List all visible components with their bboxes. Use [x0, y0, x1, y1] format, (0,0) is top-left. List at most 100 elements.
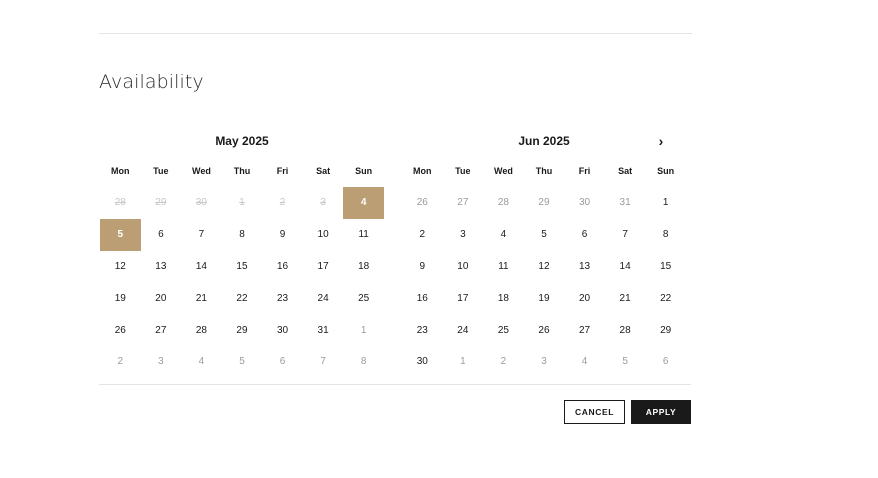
weekday-header-row: Mon Tue Wed Thu Fri Sat Sun	[402, 161, 686, 181]
calendar-day[interactable]: 12	[100, 251, 141, 283]
calendar-day[interactable]: 13	[141, 251, 182, 283]
calendar-day[interactable]: 1	[343, 314, 384, 346]
calendar-day[interactable]: 13	[564, 251, 605, 283]
calendar-day[interactable]: 9	[262, 219, 303, 251]
chevron-right-icon[interactable]: ›	[650, 130, 672, 152]
calendar-day[interactable]: 22	[222, 282, 263, 314]
calendar-day[interactable]: 24	[443, 314, 484, 346]
calendar-day[interactable]: 16	[402, 282, 443, 314]
calendar-day[interactable]: 29	[645, 314, 686, 346]
calendar-day[interactable]: 26	[100, 314, 141, 346]
weekday-label: Mon	[413, 166, 432, 176]
calendar-day[interactable]: 10	[303, 219, 344, 251]
cancel-button[interactable]: CANCEL	[564, 400, 625, 424]
calendar-day[interactable]: 18	[343, 251, 384, 283]
weekday-header-row: Mon Tue Wed Thu Fri Sat Sun	[100, 161, 384, 181]
calendar-day[interactable]: 6	[645, 346, 686, 378]
calendar-day[interactable]: 21	[181, 282, 222, 314]
calendar-day[interactable]: 28	[181, 314, 222, 346]
calendar-day[interactable]: 14	[605, 251, 646, 283]
calendar-day[interactable]: 7	[181, 219, 222, 251]
calendar-day[interactable]: 25	[343, 282, 384, 314]
calendar-day[interactable]: 5	[524, 219, 565, 251]
calendar-day[interactable]: 26	[524, 314, 565, 346]
calendar-day[interactable]: 6	[141, 219, 182, 251]
calendar-day[interactable]: 21	[605, 282, 646, 314]
calendar-day[interactable]: 20	[564, 282, 605, 314]
weekday-label: Tue	[455, 166, 471, 176]
calendar-day[interactable]: 23	[262, 282, 303, 314]
section-title: Availability	[99, 71, 204, 93]
calendar-day[interactable]: 2	[402, 219, 443, 251]
calendar-day[interactable]: 1	[645, 187, 686, 219]
calendar-day[interactable]: 7	[605, 219, 646, 251]
calendar-day[interactable]: 6	[564, 219, 605, 251]
calendar-day[interactable]: 26	[402, 187, 443, 219]
calendar-day[interactable]: 4	[564, 346, 605, 378]
calendar-day-selected[interactable]: 4	[343, 187, 384, 219]
calendar-day[interactable]: 2	[100, 346, 141, 378]
calendar-day[interactable]: 5	[222, 346, 263, 378]
weekday-label: Wed	[191, 166, 211, 176]
calendar-day[interactable]: 15	[645, 251, 686, 283]
calendar-day[interactable]: 11	[343, 219, 384, 251]
calendar-day[interactable]: 8	[645, 219, 686, 251]
calendar-day[interactable]: 19	[100, 282, 141, 314]
day-grid: 28 29 30 1 2 3 4 5 6 7 8 9 10 11 12 13 14 15 16 17 18 19 20 21 2…	[100, 187, 384, 378]
month-header: May 2025	[100, 130, 384, 152]
weekday-label: Sun	[355, 166, 373, 176]
calendar-day[interactable]: 11	[483, 251, 524, 283]
calendar-day[interactable]: 3	[443, 219, 484, 251]
apply-button[interactable]: APPLY	[631, 400, 691, 424]
calendar-day: 28	[114, 197, 126, 209]
calendar-day[interactable]: 18	[483, 282, 524, 314]
calendar-day[interactable]: 17	[443, 282, 484, 314]
calendar-day[interactable]: 1	[443, 346, 484, 378]
calendar-day[interactable]: 27	[141, 314, 182, 346]
calendar-day[interactable]: 8	[222, 219, 263, 251]
calendar-day[interactable]: 30	[402, 346, 443, 378]
calendar-day[interactable]: 24	[303, 282, 344, 314]
calendar-day[interactable]: 30	[262, 314, 303, 346]
day-grid: 26 27 28 29 30 31 1 2 3 4 5 6 7 8 9 10 11 12 13 14 15 16 17 18 1…	[402, 187, 686, 378]
calendar-day[interactable]: 25	[483, 314, 524, 346]
calendar-day: 2	[279, 197, 286, 209]
calendar-day[interactable]: 9	[402, 251, 443, 283]
calendar-day[interactable]: 14	[181, 251, 222, 283]
calendar-day[interactable]: 28	[605, 314, 646, 346]
calendar-day[interactable]: 12	[524, 251, 565, 283]
calendar-month-may: May 2025 Mon Tue Wed Thu Fri Sat Sun 28 2…	[100, 130, 384, 378]
calendar-day[interactable]: 8	[343, 346, 384, 378]
calendar-day[interactable]: 4	[181, 346, 222, 378]
calendar-day[interactable]: 7	[303, 346, 344, 378]
calendar-day[interactable]: 17	[303, 251, 344, 283]
calendar-day[interactable]: 29	[524, 187, 565, 219]
calendar-day[interactable]: 2	[483, 346, 524, 378]
weekday-label: Fri	[276, 166, 289, 176]
month-title: Jun 2025	[518, 134, 570, 148]
calendar-day[interactable]: 6	[262, 346, 303, 378]
calendar-day[interactable]: 31	[303, 314, 344, 346]
calendar-day-selected[interactable]: 5	[100, 218, 141, 251]
calendar-day[interactable]: 22	[645, 282, 686, 314]
calendar-day[interactable]: 20	[141, 282, 182, 314]
calendar-day[interactable]: 16	[262, 251, 303, 283]
calendar-day[interactable]: 29	[222, 314, 263, 346]
calendar-day[interactable]: 4	[483, 219, 524, 251]
calendar-day[interactable]: 30	[564, 187, 605, 219]
weekday-label: Thu	[535, 166, 553, 176]
calendar-day[interactable]: 15	[222, 251, 263, 283]
calendar-day[interactable]: 3	[524, 346, 565, 378]
calendar-day[interactable]: 19	[524, 282, 565, 314]
weekday-label: Mon	[111, 166, 130, 176]
weekday-label: Tue	[153, 166, 169, 176]
calendar-day[interactable]: 5	[605, 346, 646, 378]
calendar-day[interactable]: 23	[402, 314, 443, 346]
weekday-label: Thu	[233, 166, 251, 176]
calendar-day[interactable]: 10	[443, 251, 484, 283]
calendar-day[interactable]: 27	[443, 187, 484, 219]
calendar-day[interactable]: 28	[483, 187, 524, 219]
calendar-day[interactable]: 3	[141, 346, 182, 378]
calendar-day[interactable]: 31	[605, 187, 646, 219]
calendar-day[interactable]: 27	[564, 314, 605, 346]
